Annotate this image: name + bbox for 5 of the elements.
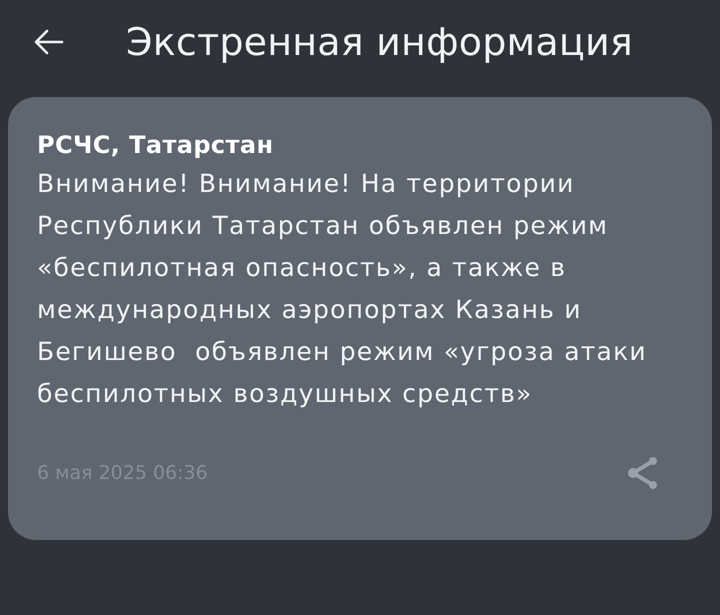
alert-message: Внимание! Внимание! На территории Республики Татарстан объявлен режим «беспилотная опасность», а также в международных аэропортах Казань и Бегишево объявлен режим «угроза атаки беспилотных воздушных средств»	[37, 168, 648, 410]
share-icon	[626, 455, 660, 491]
back-arrow-icon	[34, 29, 64, 55]
alert-source: РСЧС, Татарстан	[37, 130, 274, 161]
page-title: Экстренная информация	[126, 20, 633, 64]
